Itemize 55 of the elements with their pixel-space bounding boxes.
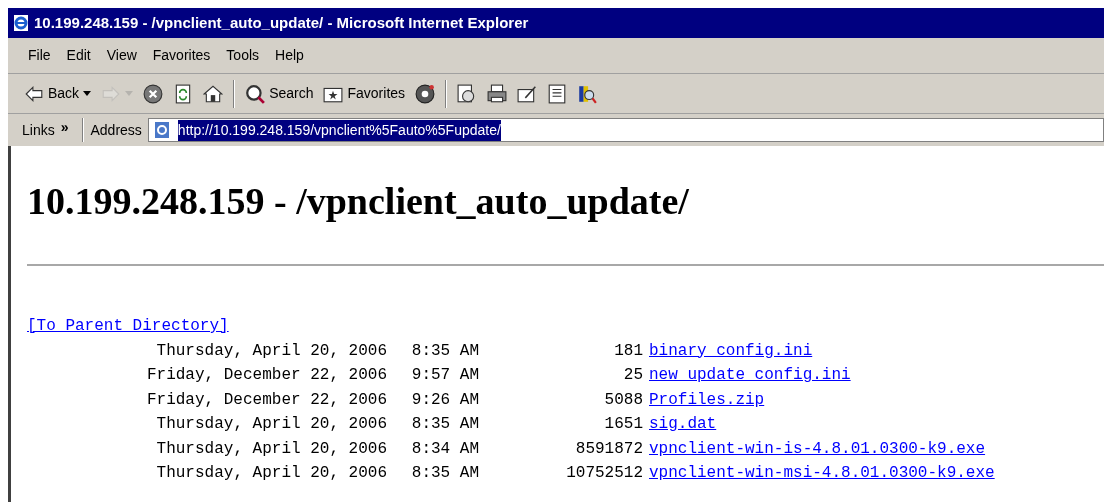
date-cell-text: Thursday, April 20, 2006 bbox=[155, 414, 387, 435]
caret-icon bbox=[83, 90, 92, 97]
date-cell-text: Thursday, April 20, 2006 bbox=[155, 438, 387, 460]
address-field[interactable]: http://10.199.248.159/vpnclient%5Fauto%5Fupdate/ bbox=[147, 118, 1104, 142]
parent-directory-link[interactable]: [To Parent Directory] bbox=[27, 314, 229, 339]
media-icon bbox=[415, 83, 436, 104]
menu-item[interactable]: Edit bbox=[60, 45, 97, 66]
menu-item[interactable]: View bbox=[100, 45, 143, 66]
window-title: 10.199.248.159 - /vpnclient_auto_update/ - Microsoft Internet Explorer bbox=[34, 12, 529, 33]
time-cell-text: 9:57 AM bbox=[410, 365, 479, 386]
file-link[interactable]: binary_config.ini bbox=[649, 338, 813, 363]
time-cell-text: 8:35 AM bbox=[410, 414, 479, 435]
time-cell-text: 8:35 AM bbox=[410, 340, 479, 362]
date-cell-text: Thursday, April 20, 2006 bbox=[155, 463, 387, 484]
home-icon bbox=[203, 83, 224, 104]
date-cell-text: Friday, December 22, 2006 bbox=[145, 365, 387, 386]
file-link[interactable]: new_update_config.ini bbox=[649, 363, 851, 388]
size-cell-text: 25 bbox=[622, 365, 643, 386]
page-heading: 10.199.248.159 - /vpnclient_auto_update/ bbox=[27, 182, 690, 220]
browser-icon bbox=[12, 14, 30, 32]
menu-item[interactable]: File bbox=[22, 45, 57, 66]
menu-item[interactable]: Favorites bbox=[146, 45, 217, 66]
menu-item[interactable]: Tools bbox=[220, 45, 266, 66]
menu-item[interactable]: Help bbox=[269, 45, 310, 66]
chevron-button[interactable]: » bbox=[60, 116, 69, 138]
time-cell-text: 8:35 AM bbox=[410, 463, 479, 484]
links-label[interactable]: Links bbox=[22, 119, 55, 141]
back-button[interactable]: Back bbox=[22, 83, 94, 104]
date-cell-text: Thursday, April 20, 2006 bbox=[155, 340, 387, 362]
time-cell-text: 8:34 AM bbox=[410, 438, 479, 460]
document-icon bbox=[547, 83, 568, 104]
search-icon bbox=[245, 83, 266, 104]
printer-icon bbox=[487, 83, 508, 104]
file-link[interactable]: vpnclient-win-is-4.8.01.0300-k9.exe bbox=[649, 436, 986, 461]
home-button[interactable] bbox=[201, 83, 226, 104]
back-arrow-icon bbox=[24, 83, 44, 104]
caret-icon bbox=[125, 90, 134, 97]
books-magnifier-icon bbox=[577, 83, 598, 104]
time-cell-text: 9:26 AM bbox=[410, 389, 479, 411]
print-button[interactable] bbox=[485, 83, 510, 104]
size-cell-text: 181 bbox=[613, 340, 643, 362]
size-cell-text: 1651 bbox=[603, 414, 643, 435]
favorites-button[interactable]: Favorites bbox=[321, 83, 408, 104]
size-cell-text: 8591872 bbox=[574, 438, 643, 460]
forward-arrow-icon bbox=[101, 83, 122, 104]
size-cell-text: 5088 bbox=[603, 389, 643, 411]
file-link[interactable]: Profiles.zip bbox=[649, 387, 765, 412]
address-label: Address bbox=[90, 120, 142, 140]
date-cell-text: Friday, December 22, 2006 bbox=[145, 389, 387, 411]
size-cell-text: 10752512 bbox=[565, 463, 643, 484]
file-link[interactable]: vpnclient-win-msi-4.8.01.0300-k9.exe bbox=[649, 461, 995, 486]
stop-icon bbox=[143, 83, 164, 104]
search-button[interactable]: Search bbox=[243, 83, 316, 104]
url-text: http://10.199.248.159/vpnclient%5Fauto%5Fupdate/ bbox=[177, 119, 501, 141]
file-link[interactable]: sig.dat bbox=[649, 412, 717, 437]
